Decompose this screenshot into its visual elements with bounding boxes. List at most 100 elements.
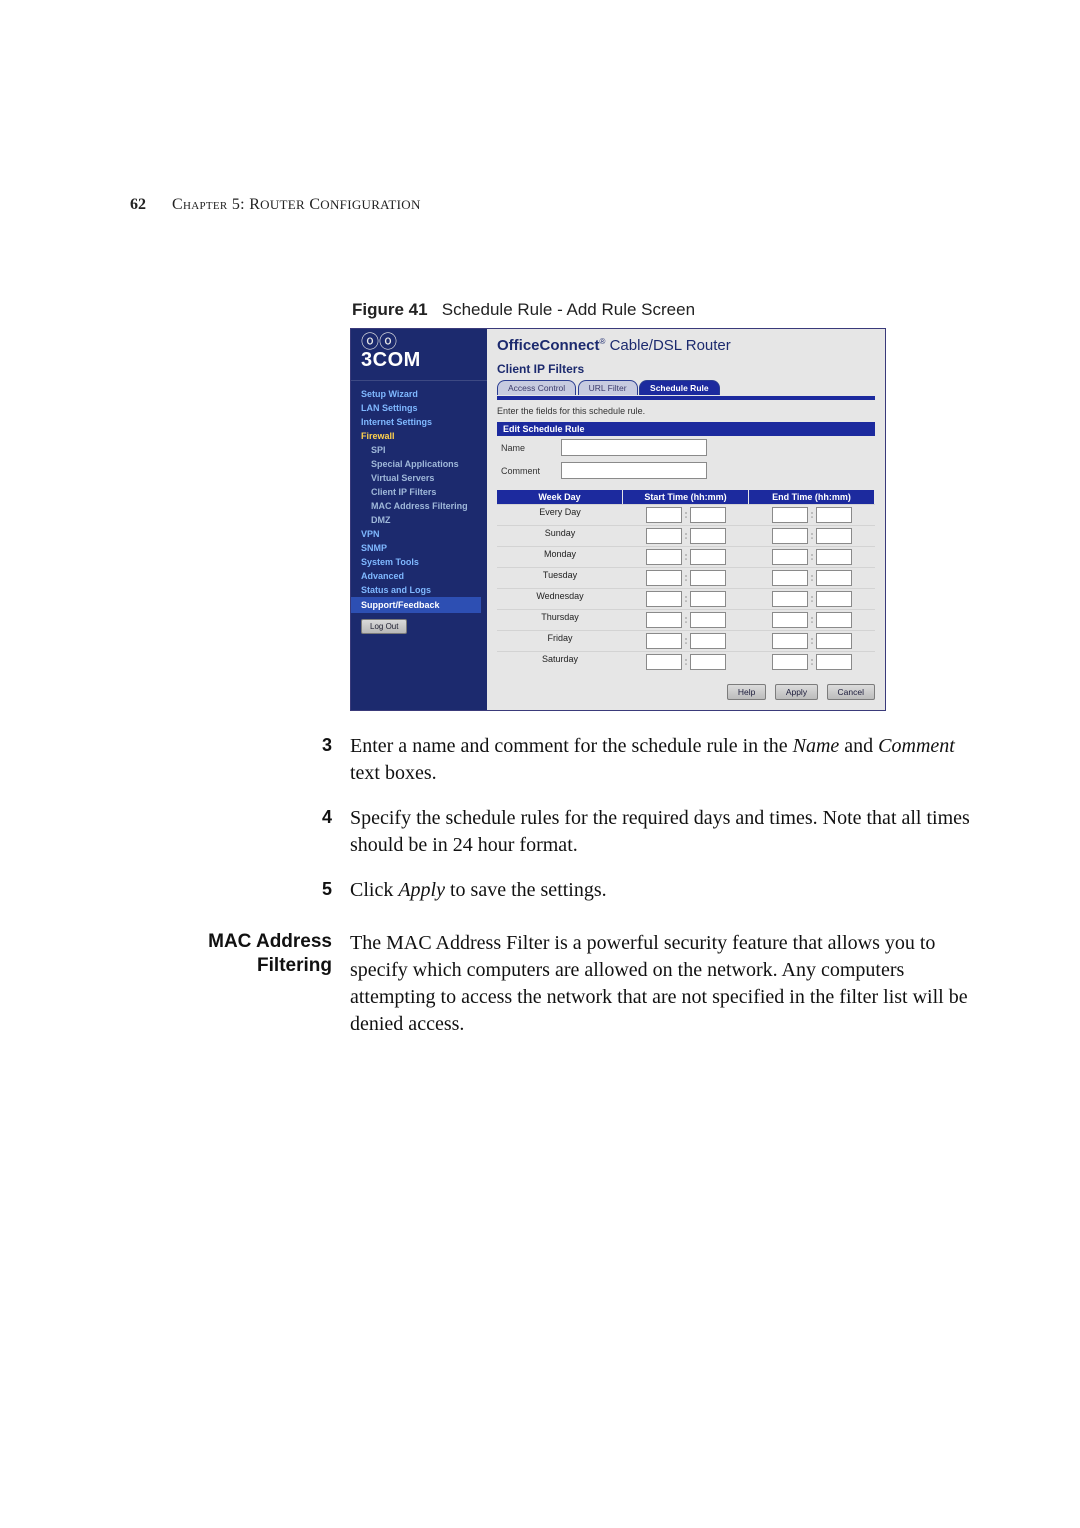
schedule-grid-row: Monday : : xyxy=(497,546,875,567)
router-section-heading: Client IP Filters xyxy=(497,362,875,376)
end-mm-input[interactable] xyxy=(816,612,852,628)
tab-url-filter[interactable]: URL Filter xyxy=(578,380,638,395)
name-row: Name xyxy=(497,436,875,459)
end-hh-input[interactable] xyxy=(772,612,808,628)
nav-system-tools[interactable]: System Tools xyxy=(351,555,487,569)
end-hh-input[interactable] xyxy=(772,654,808,670)
time-colon: : xyxy=(685,552,688,562)
nav-spi[interactable]: SPI xyxy=(351,443,487,457)
router-tabs: Access Control URL Filter Schedule Rule xyxy=(497,378,875,396)
end-hh-input[interactable] xyxy=(772,633,808,649)
cancel-button[interactable]: Cancel xyxy=(827,684,875,700)
day-cell: Friday xyxy=(497,631,623,651)
end-hh-input[interactable] xyxy=(772,591,808,607)
figure-label: Figure 41 xyxy=(352,300,428,319)
step-3: 3 Enter a name and comment for the sched… xyxy=(350,733,970,787)
nav-special-applications[interactable]: Special Applications xyxy=(351,457,487,471)
time-colon: : xyxy=(685,636,688,646)
end-hh-input[interactable] xyxy=(772,570,808,586)
nav-dmz[interactable]: DMZ xyxy=(351,513,487,527)
logout-button[interactable]: Log Out xyxy=(361,619,407,634)
start-hh-input[interactable] xyxy=(646,507,682,523)
col-start-time: Start Time (hh:mm) xyxy=(623,490,749,504)
t: to save the settings. xyxy=(445,879,607,901)
end-mm-input[interactable] xyxy=(816,570,852,586)
start-mm-input[interactable] xyxy=(690,612,726,628)
apply-button[interactable]: Apply xyxy=(775,684,818,700)
end-mm-input[interactable] xyxy=(816,549,852,565)
end-hh-input[interactable] xyxy=(772,507,808,523)
time-colon: : xyxy=(685,573,688,583)
router-button-bar: Help Apply Cancel xyxy=(497,682,875,700)
start-mm-input[interactable] xyxy=(690,570,726,586)
nav-status-and-logs[interactable]: Status and Logs xyxy=(351,583,487,597)
end-hh-input[interactable] xyxy=(772,528,808,544)
end-mm-input[interactable] xyxy=(816,633,852,649)
page-number: 62 xyxy=(130,196,146,213)
step-number: 3 xyxy=(322,733,332,757)
col-end-time: End Time (hh:mm) xyxy=(749,490,875,504)
start-hh-input[interactable] xyxy=(646,549,682,565)
t: Click xyxy=(350,879,398,901)
nav-internet-settings[interactable]: Internet Settings xyxy=(351,415,487,429)
nav-virtual-servers[interactable]: Virtual Servers xyxy=(351,471,487,485)
start-time-cell: : xyxy=(623,631,749,651)
end-mm-input[interactable] xyxy=(816,591,852,607)
end-mm-input[interactable] xyxy=(816,507,852,523)
router-title-rest: Cable/DSL Router xyxy=(605,337,730,354)
start-hh-input[interactable] xyxy=(646,633,682,649)
time-colon: : xyxy=(811,531,814,541)
start-mm-input[interactable] xyxy=(690,528,726,544)
time-colon: : xyxy=(811,573,814,583)
tab-schedule-rule[interactable]: Schedule Rule xyxy=(639,380,720,395)
schedule-grid-row: Thursday : : xyxy=(497,609,875,630)
start-time-cell: : xyxy=(623,568,749,588)
content-column: Figure 41 Schedule Rule - Add Rule Scree… xyxy=(350,300,970,904)
nav-support-feedback[interactable]: Support/Feedback xyxy=(351,597,481,613)
time-colon: : xyxy=(685,657,688,667)
help-button[interactable]: Help xyxy=(727,684,766,700)
nav-firewall[interactable]: Firewall xyxy=(351,429,487,443)
start-mm-input[interactable] xyxy=(690,549,726,565)
nav-client-ip-filters[interactable]: Client IP Filters xyxy=(351,485,487,499)
schedule-grid-row: Wednesday : : xyxy=(497,588,875,609)
tab-access-control[interactable]: Access Control xyxy=(497,380,576,395)
start-mm-input[interactable] xyxy=(690,591,726,607)
start-mm-input[interactable] xyxy=(690,633,726,649)
chapter-label: Chapter 5: Router Configuration xyxy=(172,196,421,213)
step-text: Specify the schedule rules for the requi… xyxy=(350,807,970,856)
router-hint-text: Enter the fields for this schedule rule. xyxy=(497,406,875,416)
nav-setup-wizard[interactable]: Setup Wizard xyxy=(351,387,487,401)
start-hh-input[interactable] xyxy=(646,591,682,607)
start-time-cell: : xyxy=(623,505,749,525)
end-time-cell: : xyxy=(749,652,875,672)
t: Comment xyxy=(878,735,955,757)
time-colon: : xyxy=(811,510,814,520)
nav-advanced[interactable]: Advanced xyxy=(351,569,487,583)
nav-lan-settings[interactable]: LAN Settings xyxy=(351,401,487,415)
start-hh-input[interactable] xyxy=(646,654,682,670)
start-mm-input[interactable] xyxy=(690,507,726,523)
nav-vpn[interactable]: VPN xyxy=(351,527,487,541)
t: Apply xyxy=(398,879,445,901)
start-mm-input[interactable] xyxy=(690,654,726,670)
end-hh-input[interactable] xyxy=(772,549,808,565)
nav-snmp[interactable]: SNMP xyxy=(351,541,487,555)
start-time-cell: : xyxy=(623,547,749,567)
runhead-seg: Chapter 5: R xyxy=(172,196,260,213)
step-5: 5 Click Apply to save the settings. xyxy=(350,877,970,904)
start-hh-input[interactable] xyxy=(646,570,682,586)
heading-line: Filtering xyxy=(257,955,332,976)
time-colon: : xyxy=(811,636,814,646)
day-cell: Tuesday xyxy=(497,568,623,588)
end-mm-input[interactable] xyxy=(816,528,852,544)
t: Enter a name and comment for the schedul… xyxy=(350,735,793,757)
name-input[interactable] xyxy=(561,439,707,456)
start-hh-input[interactable] xyxy=(646,528,682,544)
comment-input[interactable] xyxy=(561,462,707,479)
day-cell: Saturday xyxy=(497,652,623,672)
nav-mac-address-filtering[interactable]: MAC Address Filtering xyxy=(351,499,487,513)
end-mm-input[interactable] xyxy=(816,654,852,670)
start-time-cell: : xyxy=(623,652,749,672)
start-hh-input[interactable] xyxy=(646,612,682,628)
